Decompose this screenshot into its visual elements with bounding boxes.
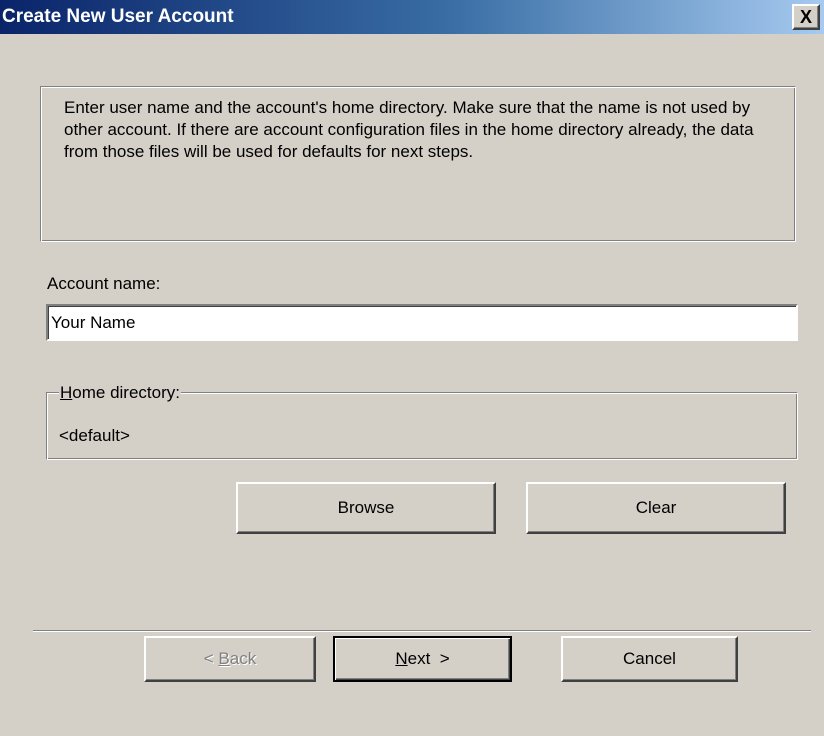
account-name-input[interactable] [46, 304, 798, 341]
home-directory-label-rest: ome directory: [72, 383, 180, 402]
title-bar: Create New User Account X [0, 0, 824, 34]
back-rest: ack [229, 649, 257, 668]
next-rest: ext > [407, 649, 450, 668]
separator [33, 630, 811, 632]
home-directory-mnemonic: H [60, 383, 73, 402]
close-icon: X [799, 7, 812, 27]
create-user-dialog: { "window": { "title": "Create New User … [0, 0, 824, 736]
browse-button[interactable]: Browse [236, 482, 496, 534]
info-text: Enter user name and the account's home d… [64, 98, 754, 161]
cancel-button[interactable]: Cancel [561, 636, 738, 682]
back-prefix: < [203, 649, 219, 668]
clear-button[interactable]: Clear [526, 482, 786, 534]
back-mnemonic: B [218, 649, 230, 668]
info-panel: Enter user name and the account's home d… [40, 86, 796, 242]
account-name-label: Account name: [47, 274, 161, 293]
close-button[interactable]: X [792, 4, 820, 30]
back-button[interactable]: < Back [144, 636, 316, 682]
next-mnemonic: N [395, 649, 408, 668]
home-directory-label: Home directory: [59, 383, 181, 403]
window-title: Create New User Account [2, 6, 234, 27]
home-directory-value: <default> [59, 426, 130, 445]
next-button[interactable]: Next > [333, 636, 512, 682]
